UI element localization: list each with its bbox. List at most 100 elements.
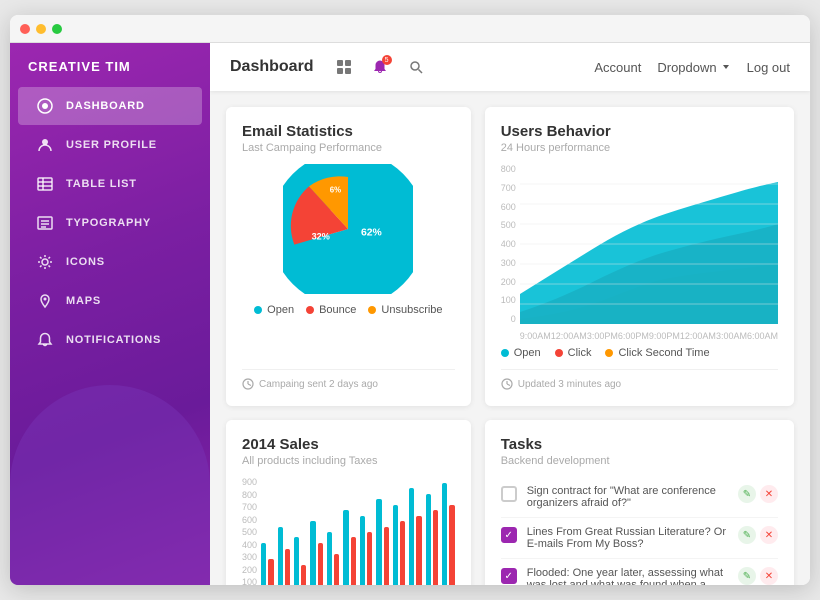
bar-group-8 — [376, 499, 388, 585]
task-check-3[interactable]: ✓ — [501, 568, 517, 584]
bell-icon — [36, 331, 54, 349]
bar-y-axis: 900800700600500400300200100 — [242, 477, 261, 585]
map-icon — [36, 292, 54, 310]
bar-cyan-5 — [327, 532, 332, 585]
svg-text:32%: 32% — [312, 231, 330, 241]
task-check-2[interactable]: ✓ — [501, 527, 517, 543]
account-link[interactable]: Account — [594, 60, 641, 75]
bar-cyan-7 — [360, 516, 365, 585]
area-y-axis: 8007006005004003002001000 — [501, 164, 520, 324]
notification-icon-btn[interactable]: 5 — [366, 53, 394, 81]
grid-icon-btn[interactable] — [330, 53, 358, 81]
area-legend-open: Open — [501, 347, 541, 359]
notification-badge: 5 — [382, 55, 392, 65]
area-legend-click2: Click Second Time — [605, 347, 709, 359]
tasks-card: Tasks Backend development Sign contract … — [485, 420, 794, 585]
task-delete-btn-1[interactable]: ✕ — [760, 485, 778, 503]
grid-icon — [36, 97, 54, 115]
bar-cyan-4 — [310, 521, 315, 585]
task-actions-3: ✎ ✕ — [738, 567, 778, 585]
bar-red-12 — [449, 505, 454, 585]
area-legend-click2-dot — [605, 349, 613, 357]
task-actions-2: ✎ ✕ — [738, 526, 778, 544]
pie-chart: 62% 32% 6% — [283, 164, 413, 294]
area-legend: Open Click Click Second Time — [501, 347, 778, 359]
logout-link[interactable]: Log out — [747, 60, 790, 75]
legend-open-label: Open — [267, 304, 294, 316]
task-edit-btn-1[interactable]: ✎ — [738, 485, 756, 503]
sidebar-item-notifications-label: NOTIFICATIONS — [66, 334, 161, 346]
bar-red-6 — [351, 537, 356, 585]
task-item-1: Sign contract for "What are conference o… — [501, 477, 778, 518]
legend-open-dot — [254, 306, 262, 314]
content-grid: Email Statistics Last Campaing Performan… — [210, 91, 810, 585]
area-chart-svg — [520, 164, 778, 324]
app-container: CREATIVE TIM DASHBOARD — [10, 43, 810, 585]
area-chart-container: 9:00AM12:00AM3:00PM6:00PM9:00PM12:00AM3:… — [520, 164, 778, 341]
maximize-dot[interactable] — [52, 24, 62, 34]
pie-legend: Open Bounce Unsubscribe — [254, 304, 442, 316]
task-delete-btn-2[interactable]: ✕ — [760, 526, 778, 544]
area-chart-row: 8007006005004003002001000 — [501, 164, 778, 341]
sales-subtitle: All products including Taxes — [242, 455, 455, 467]
star-icon — [36, 253, 54, 271]
sidebar-logo: CREATIVE TIM — [10, 43, 210, 86]
users-behavior-footer: Updated 3 minutes ago — [501, 369, 778, 390]
bar-red-5 — [334, 554, 339, 585]
minimize-dot[interactable] — [36, 24, 46, 34]
close-dot[interactable] — [20, 24, 30, 34]
sidebar-item-dashboard[interactable]: DASHBOARD — [18, 87, 202, 125]
users-behavior-card: Users Behavior 24 Hours performance 8007… — [485, 107, 794, 406]
bar-group-9 — [393, 505, 405, 585]
bar-red-11 — [433, 510, 438, 585]
browser-chrome — [10, 15, 810, 43]
task-edit-btn-2[interactable]: ✎ — [738, 526, 756, 544]
task-actions-1: ✎ ✕ — [738, 485, 778, 503]
sidebar-item-table-list[interactable]: TABLE LIST — [18, 165, 202, 203]
text-icon — [36, 214, 54, 232]
legend-unsubscribe-dot — [368, 306, 376, 314]
dropdown-label: Dropdown — [657, 60, 716, 75]
sidebar-item-typography[interactable]: TYPOGRAPHY — [18, 204, 202, 242]
search-icon-btn[interactable] — [402, 53, 430, 81]
task-item-2: ✓ Lines From Great Russian Literature? O… — [501, 518, 778, 559]
bar-red-1 — [268, 559, 273, 585]
email-stats-card: Email Statistics Last Campaing Performan… — [226, 107, 471, 406]
bar-group-10 — [409, 488, 421, 585]
area-legend-click-dot — [555, 349, 563, 357]
task-delete-btn-3[interactable]: ✕ — [760, 567, 778, 585]
bar-group-11 — [426, 494, 438, 585]
bar-cyan-6 — [343, 510, 348, 585]
table-icon — [36, 175, 54, 193]
dropdown-link[interactable]: Dropdown — [657, 60, 730, 75]
sidebar: CREATIVE TIM DASHBOARD — [10, 43, 210, 585]
legend-unsubscribe: Unsubscribe — [368, 304, 442, 316]
browser-window: CREATIVE TIM DASHBOARD — [10, 15, 810, 585]
topbar-right: Account Dropdown Log out — [594, 60, 790, 75]
person-icon — [36, 136, 54, 154]
bar-group-2 — [278, 527, 290, 585]
sidebar-item-icons[interactable]: ICONS — [18, 243, 202, 281]
pie-chart-wrapper: 62% 32% 6% Open Bounce — [242, 164, 455, 359]
tasks-title: Tasks — [501, 436, 778, 453]
bar-group-1 — [261, 543, 273, 585]
users-behavior-footer-text: Updated 3 minutes ago — [518, 379, 621, 390]
bar-red-7 — [367, 532, 372, 585]
sidebar-item-table-list-label: TABLE LIST — [66, 178, 137, 190]
sales-2014-card: 2014 Sales All products including Taxes … — [226, 420, 471, 585]
task-edit-btn-3[interactable]: ✎ — [738, 567, 756, 585]
legend-open: Open — [254, 304, 294, 316]
task-list: Sign contract for "What are conference o… — [501, 477, 778, 585]
task-text-3: Flooded: One year later, assessing what … — [527, 567, 728, 585]
sidebar-item-maps[interactable]: MAPS — [18, 282, 202, 320]
bar-red-2 — [285, 549, 290, 585]
email-stats-title: Email Statistics — [242, 123, 455, 140]
task-item-3: ✓ Flooded: One year later, assessing wha… — [501, 559, 778, 585]
task-check-1[interactable] — [501, 486, 517, 502]
email-stats-subtitle: Last Campaing Performance — [242, 142, 455, 154]
bar-red-10 — [416, 516, 421, 585]
sidebar-item-notifications[interactable]: NOTIFICATIONS — [18, 321, 202, 359]
bar-group-7 — [360, 516, 372, 585]
users-behavior-title: Users Behavior — [501, 123, 778, 140]
sidebar-item-user-profile[interactable]: USER PROFILE — [18, 126, 202, 164]
